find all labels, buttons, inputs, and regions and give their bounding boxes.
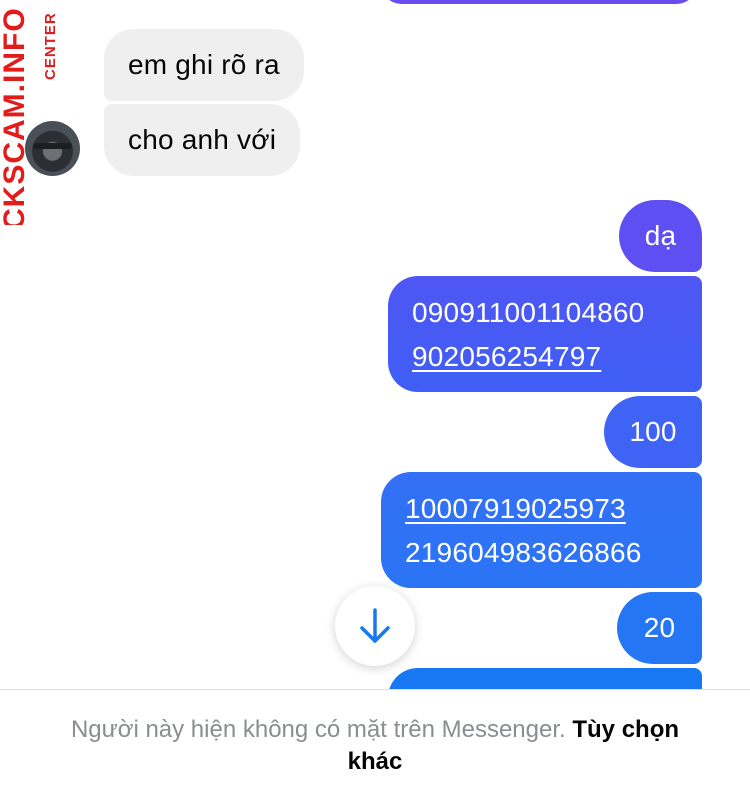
sent-message[interactable]: 20 bbox=[617, 592, 702, 664]
message-text: em ghi rõ ra bbox=[128, 49, 280, 80]
sent-message-partial[interactable] bbox=[380, 0, 698, 4]
offline-message: Người này hiện không có mặt trên Messeng… bbox=[70, 716, 566, 743]
watermark-logo: CKSCAM.INFO bbox=[0, 0, 38, 225]
phone-number-link[interactable]: 902056254797 bbox=[412, 335, 678, 379]
sent-message[interactable]: 10007919025973 219604983626866 bbox=[381, 472, 702, 588]
received-message[interactable]: cho anh với bbox=[104, 104, 301, 176]
sent-message[interactable]: 100 bbox=[604, 396, 702, 468]
arrow-down-icon bbox=[360, 608, 390, 643]
phone-number-link[interactable]: 10007919025973 bbox=[405, 487, 678, 531]
message-text: cho anh với bbox=[128, 124, 277, 155]
sent-message[interactable]: dạ bbox=[619, 200, 702, 272]
message-thread[interactable]: CKSCAM.INFO CENTER em ghi rõ ra cho anh … bbox=[0, 0, 750, 690]
message-text: 20 bbox=[643, 612, 676, 643]
contact-avatar[interactable] bbox=[25, 121, 80, 176]
message-text: 100 bbox=[629, 416, 677, 447]
message-text-line: 090911001104860 bbox=[412, 297, 645, 328]
message-text: dạ bbox=[644, 220, 677, 251]
offline-notice-bar: Người này hiện không có mặt trên Messeng… bbox=[0, 689, 750, 793]
scroll-to-bottom-button[interactable] bbox=[335, 586, 415, 666]
watermark-sub-text: CENTER bbox=[42, 12, 59, 80]
watermark-logo-sub: CENTER bbox=[42, 0, 66, 80]
received-message[interactable]: em ghi rõ ra bbox=[104, 29, 304, 101]
watermark-main-text: CKSCAM.INFO bbox=[0, 7, 31, 225]
sent-message[interactable]: 090911001104860 902056254797 bbox=[388, 276, 702, 392]
offline-notice: Người này hiện không có mặt trên Messeng… bbox=[60, 714, 690, 778]
message-text-line: 219604983626866 bbox=[405, 537, 642, 568]
sent-message-partial[interactable] bbox=[388, 668, 702, 690]
